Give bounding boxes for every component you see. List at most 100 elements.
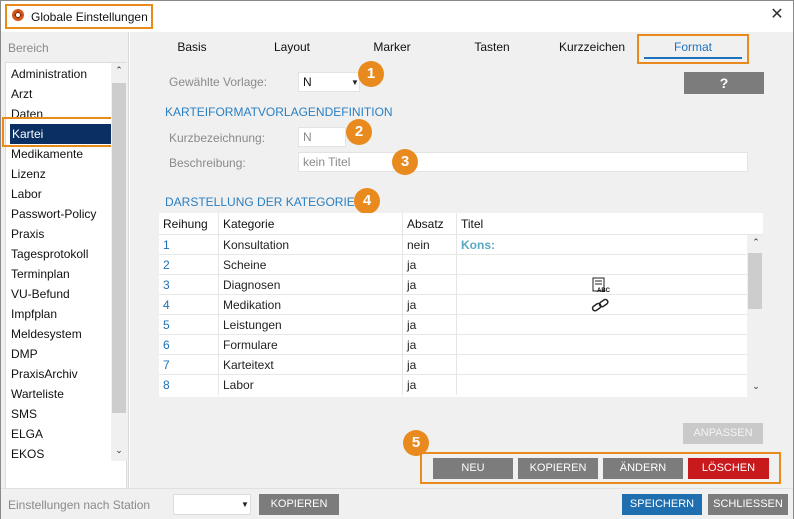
cell-kategorie: Karteitext	[219, 355, 403, 375]
table-row[interactable]: 4 Medikation ja	[159, 295, 747, 315]
cell-absatz: ja	[403, 355, 457, 375]
sidebar-item-impfplan[interactable]: Impfplan	[11, 304, 116, 324]
sidebar-item-elga[interactable]: ELGA	[11, 424, 116, 444]
scroll-down-icon[interactable]: ⌄	[112, 445, 126, 456]
tab-basis[interactable]: Basis	[169, 40, 215, 54]
table-row[interactable]: 7 Karteitext ja	[159, 355, 747, 375]
station-label: Einstellungen nach Station	[8, 498, 151, 512]
sidebar-item-meldesystem[interactable]: Meldesystem	[11, 324, 116, 344]
badge-1: 1	[358, 61, 384, 87]
tab-marker[interactable]: Marker	[365, 40, 419, 54]
kopieren-button[interactable]: KOPIEREN	[518, 458, 598, 479]
schliessen-button[interactable]: SCHLIESSEN	[708, 494, 788, 515]
kategorien-table: Reihung Kategorie Absatz Titel 1 Konsult…	[159, 213, 763, 397]
beschreibung-input[interactable]: kein Titel	[298, 152, 748, 172]
cell-reihung: 4	[159, 295, 219, 315]
cell-titel[interactable]	[457, 315, 747, 335]
sidebar-item-warteliste[interactable]: Warteliste	[11, 384, 116, 404]
table-scroll-thumb[interactable]	[748, 253, 762, 309]
cell-reihung: 7	[159, 355, 219, 375]
cell-absatz: ja	[403, 255, 457, 275]
badge-3: 3	[392, 149, 418, 175]
sidebar-item-vu-befund[interactable]: VU-Befund	[11, 284, 116, 304]
vorlage-value: N	[303, 75, 312, 89]
cell-absatz: ja	[403, 335, 457, 355]
aendern-button[interactable]: ÄNDERN	[603, 458, 683, 479]
sidebar-item-lizenz[interactable]: Lizenz	[11, 164, 116, 184]
speichern-button[interactable]: SPEICHERN	[622, 494, 702, 515]
tab-kurzzeichen[interactable]: Kurzzeichen	[553, 40, 631, 54]
cell-reihung: 6	[159, 335, 219, 355]
sidebar-item-medikamente[interactable]: Medikamente	[11, 144, 116, 164]
col-header-kategorie[interactable]: Kategorie	[219, 213, 403, 235]
sidebar-item-praxisarchiv[interactable]: PraxisArchiv	[11, 364, 116, 384]
cell-titel[interactable]	[457, 355, 747, 375]
sidebar-item-labor[interactable]: Labor	[11, 184, 116, 204]
neu-button[interactable]: NEU	[433, 458, 513, 479]
sidebar-item-arzt[interactable]: Arzt	[11, 84, 116, 104]
kartei-highlight	[2, 117, 117, 147]
table-row[interactable]: 6 Formulare ja	[159, 335, 747, 355]
table-scroll-up-icon[interactable]: ⌃	[749, 237, 763, 248]
cell-reihung: 5	[159, 315, 219, 335]
table-row[interactable]: 1 Konsultation nein Kons:	[159, 235, 747, 255]
col-header-absatz[interactable]: Absatz	[403, 213, 457, 235]
sidebar-label: Bereich	[8, 41, 49, 55]
cell-kategorie: Diagnosen	[219, 275, 403, 295]
table-row[interactable]: 2 Scheine ja	[159, 255, 747, 275]
kurzbezeichnung-label: Kurzbezeichnung:	[169, 131, 266, 145]
cell-titel[interactable]	[457, 375, 747, 395]
cell-titel[interactable]	[457, 335, 747, 355]
sidebar-scroll-thumb[interactable]	[112, 83, 126, 413]
table-row[interactable]: 8 Labor ja	[159, 375, 747, 395]
link-icon[interactable]	[591, 298, 611, 317]
cell-absatz: ja	[403, 315, 457, 335]
cell-kategorie: Leistungen	[219, 315, 403, 335]
station-kopieren-button[interactable]: KOPIEREN	[259, 494, 339, 515]
window-title: Globale Einstellungen	[31, 9, 148, 24]
help-button[interactable]: ?	[684, 72, 764, 94]
footer-bar: Einstellungen nach Station ▼ KOPIEREN SP…	[1, 488, 793, 519]
table-scroll-down-icon[interactable]: ⌄	[749, 381, 763, 392]
tab-tasten[interactable]: Tasten	[465, 40, 519, 54]
sidebar-item-sms[interactable]: SMS	[11, 404, 116, 424]
cell-absatz: ja	[403, 375, 457, 395]
beschreibung-label: Beschreibung:	[169, 156, 246, 170]
cell-titel[interactable]	[457, 255, 747, 275]
tab-layout[interactable]: Layout	[265, 40, 319, 54]
sidebar-item-ekos[interactable]: EKOS	[11, 444, 116, 464]
kurzbezeichnung-input[interactable]: N	[298, 127, 346, 147]
cell-kategorie: Scheine	[219, 255, 403, 275]
sidebar-item-passwort-policy[interactable]: Passwort-Policy	[11, 204, 116, 224]
close-icon[interactable]: ✕	[769, 6, 785, 24]
table-row[interactable]: 3 Diagnosen ja	[159, 275, 747, 295]
sidebar-item-terminplan[interactable]: Terminplan	[11, 264, 116, 284]
cell-kategorie: Medikation	[219, 295, 403, 315]
station-select[interactable]	[173, 494, 251, 515]
vorlage-label: Gewählte Vorlage:	[169, 75, 268, 89]
section-karteiformat: KARTEIFORMATVORLAGENDEFINITION	[165, 105, 393, 119]
settings-window: Globale Einstellungen ✕ Bereich Administ…	[0, 0, 794, 519]
station-chevron-down-icon: ▼	[241, 500, 249, 509]
cell-titel[interactable]: Kons:	[457, 235, 747, 255]
scroll-up-icon[interactable]: ⌃	[112, 65, 126, 76]
col-header-reihung[interactable]: Reihung	[159, 213, 219, 235]
sidebar-item-dmp[interactable]: DMP	[11, 344, 116, 364]
title-bar: Globale Einstellungen ✕	[1, 1, 793, 31]
spellcheck-icon[interactable]: ABC	[591, 277, 611, 298]
cell-reihung: 3	[159, 275, 219, 295]
abc-label: ABC	[597, 288, 610, 294]
sidebar-item-praxis[interactable]: Praxis	[11, 224, 116, 244]
cell-kategorie: Konsultation	[219, 235, 403, 255]
col-header-titel[interactable]: Titel	[457, 213, 763, 235]
cell-reihung: 1	[159, 235, 219, 255]
sidebar-item-tagesprotokoll[interactable]: Tagesprotokoll	[11, 244, 116, 264]
table-row[interactable]: 5 Leistungen ja	[159, 315, 747, 335]
cell-absatz: nein	[403, 235, 457, 255]
section-darstellung: DARSTELLUNG DER KATEGORIEN	[165, 195, 364, 209]
sidebar-item-administration[interactable]: Administration	[11, 64, 116, 84]
anpassen-button[interactable]: ANPASSEN	[683, 423, 763, 444]
loeschen-button[interactable]: LÖSCHEN	[688, 458, 769, 479]
sidebar: Bereich Administration Arzt Daten Kartei…	[1, 32, 129, 492]
chevron-down-icon: ▼	[351, 78, 359, 87]
